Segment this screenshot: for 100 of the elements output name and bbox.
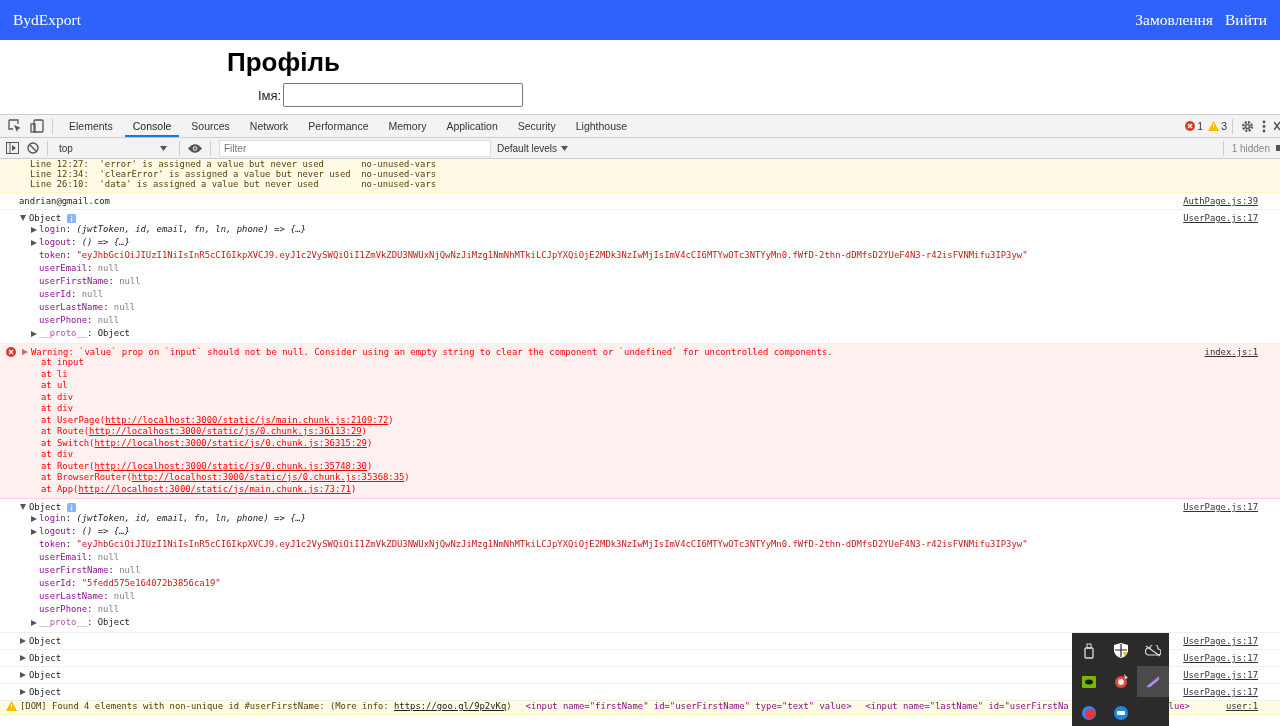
- filter-field[interactable]: Filter: [219, 139, 491, 157]
- source-link[interactable]: UserPage.js:17: [1183, 670, 1258, 680]
- expand-arrow-icon[interactable]: [31, 330, 37, 337]
- shield-icon[interactable]: [1114, 643, 1128, 658]
- cloud-off-icon[interactable]: [1145, 644, 1161, 657]
- expand-arrow-icon[interactable]: [22, 349, 28, 355]
- context-select[interactable]: top: [56, 142, 173, 154]
- expand-arrow-icon[interactable]: [20, 689, 26, 695]
- stack-paren: (: [73, 483, 79, 494]
- object-label[interactable]: Object: [29, 670, 62, 680]
- lint-line: Line 26:10: 'data' is assigned a value but never used no-unused-vars: [30, 179, 438, 189]
- expand-arrow-icon[interactable]: [20, 504, 26, 510]
- html-snippet[interactable]: <input name="firstName" id="userFirstName" type="text" value>: [525, 701, 852, 711]
- object-property: userPhone: null: [39, 603, 120, 616]
- stack-link[interactable]: http://localhost:3000/static/js/0.chunk.js:36113:29: [89, 426, 362, 436]
- source-link[interactable]: UserPage.js:17: [1183, 213, 1258, 223]
- source-link[interactable]: UserPage.js:17: [1183, 502, 1258, 512]
- info-link[interactable]: https://goo.gl/9p2vKq: [394, 701, 507, 711]
- source-link[interactable]: AuthPage.js:39: [1183, 196, 1258, 206]
- object-property: token: "eyJhbGciOiJIUzI1NiIsInR5cCI6IkpXVCJ9.eyJ1c2VySWQiOiI1ZmVkZDU3NWUxNjQwNzJiMzg1NmNhMTkiLCJpYXQiOjE2MDk3NzIwMjIsImV4cCI6MTYwOTc3NTYyMn0.fWfD-2thn-dDMfsD2YUeF4N3-r42isFVNMifu3IP3yw": [39, 538, 1028, 551]
- warning-message: ): [506, 701, 512, 711]
- devtools-tab[interactable]: Memory: [380, 115, 435, 137]
- stack-link[interactable]: http://localhost:3000/static/js/0.chunk.js:36315:29: [94, 437, 367, 448]
- sidebar-icon[interactable]: [6, 142, 19, 154]
- hidden-count: 1 hidden: [1231, 142, 1270, 154]
- device-icon[interactable]: [30, 119, 44, 133]
- stack-paren: (: [89, 437, 95, 448]
- stack-link[interactable]: http://localhost:3000/static/js/0.chunk.js:35368:35: [131, 472, 405, 482]
- usb-icon[interactable]: [1084, 642, 1094, 659]
- source-link[interactable]: user:1: [1225, 701, 1258, 711]
- brand-link[interactable]: BydExport: [13, 11, 82, 29]
- stack-frame: at Switch: [41, 437, 90, 448]
- error-message: Warning: `value` prop on `input` should not be null. Consider using an empty string to clear the component or `undefined` for uncontrolled components.: [31, 347, 833, 357]
- stack-frame: at BrowserRouter: [41, 472, 127, 482]
- object-label[interactable]: Object: [29, 653, 62, 663]
- object-label[interactable]: Object: [29, 687, 62, 697]
- levels-dropdown[interactable]: Default levels: [497, 142, 569, 154]
- source-link[interactable]: index.js:1: [1204, 347, 1258, 357]
- html-snippet[interactable]: <input name="lastName" id="userFirstNa: [865, 701, 1069, 711]
- object-property: userId: null: [39, 288, 104, 301]
- stack-paren: (: [89, 460, 95, 471]
- expand-arrow-icon[interactable]: [20, 638, 26, 644]
- object-label[interactable]: Object: [29, 636, 62, 646]
- close-icon[interactable]: [1274, 121, 1280, 131]
- nav-link[interactable]: Замовлення: [1135, 11, 1213, 29]
- source-link[interactable]: UserPage.js:17: [1183, 653, 1258, 663]
- object-property: userLastName: null: [39, 301, 136, 314]
- stack-link[interactable]: http://localhost:3000/static/js/main.chunk.js:73:71: [78, 483, 351, 494]
- error-count[interactable]: 1: [1197, 120, 1204, 132]
- html-snippet[interactable]: lue>: [1168, 701, 1190, 711]
- devtools-tab[interactable]: Application: [438, 115, 506, 137]
- stack-frame: at div: [41, 403, 74, 413]
- gpu-icon[interactable]: [1082, 675, 1096, 688]
- input-field[interactable]: [283, 83, 524, 107]
- stack-frame: at div: [41, 391, 74, 402]
- error-icon: [6, 347, 16, 357]
- error-icon: [1185, 121, 1196, 131]
- devtools-tab[interactable]: Security: [509, 115, 564, 137]
- warning-icon: [6, 701, 17, 711]
- source-link[interactable]: UserPage.js:17: [1183, 636, 1258, 646]
- chat-icon[interactable]: [1114, 705, 1128, 720]
- object-property: userFirstName: null: [39, 275, 141, 288]
- stack-frame: at ul: [41, 380, 68, 390]
- stack-link[interactable]: http://localhost:3000/static/js/main.chunk.js:2109:72: [105, 414, 389, 425]
- source-link[interactable]: UserPage.js:17: [1183, 687, 1258, 697]
- expand-arrow-icon[interactable]: [20, 672, 26, 678]
- pen-icon[interactable]: [1146, 675, 1160, 688]
- object-label[interactable]: Object: [29, 502, 62, 512]
- stack-paren: ): [366, 437, 373, 448]
- stack-paren: ): [350, 483, 357, 494]
- caret-icon: [561, 145, 569, 151]
- object-label[interactable]: Object: [29, 213, 62, 223]
- log-message: andrian@gmail.com: [18, 196, 110, 206]
- stack-paren: ): [366, 460, 373, 471]
- stack-frame: at input: [41, 357, 84, 367]
- object-property: logout: () => {…}: [39, 236, 130, 249]
- stack-paren: ): [404, 472, 410, 482]
- expand-arrow-icon[interactable]: [20, 215, 26, 221]
- stack-frame: at UserPage: [41, 414, 100, 425]
- page-title: Профіль: [227, 46, 341, 79]
- devtools-tab[interactable]: Network: [241, 115, 297, 137]
- nav-link[interactable]: Вийти: [1225, 11, 1267, 29]
- inspect-icon[interactable]: [8, 119, 22, 133]
- eye-icon[interactable]: [188, 143, 202, 153]
- expand-arrow-icon[interactable]: [31, 619, 37, 626]
- more-icon[interactable]: [1262, 119, 1266, 133]
- stack-link[interactable]: http://localhost:3000/static/js/0.chunk.js:35748:30: [94, 460, 367, 471]
- clear-icon[interactable]: [27, 142, 39, 154]
- devtools-tab[interactable]: Lighthouse: [567, 115, 636, 137]
- expand-arrow-icon[interactable]: [20, 655, 26, 661]
- field-label: Імя:: [258, 87, 282, 103]
- app-icon[interactable]: [1113, 674, 1129, 689]
- devtools-tab[interactable]: Elements: [61, 115, 121, 137]
- object-property: __proto__: Object: [39, 327, 130, 340]
- stack-paren: (: [126, 472, 132, 482]
- devtools-tab[interactable]: Sources: [183, 115, 238, 137]
- stack-frame: at Router: [41, 460, 90, 471]
- stack-paren: ): [361, 426, 367, 436]
- warning-count[interactable]: 3: [1221, 120, 1227, 132]
- devtools-tab[interactable]: Performance: [300, 115, 377, 137]
